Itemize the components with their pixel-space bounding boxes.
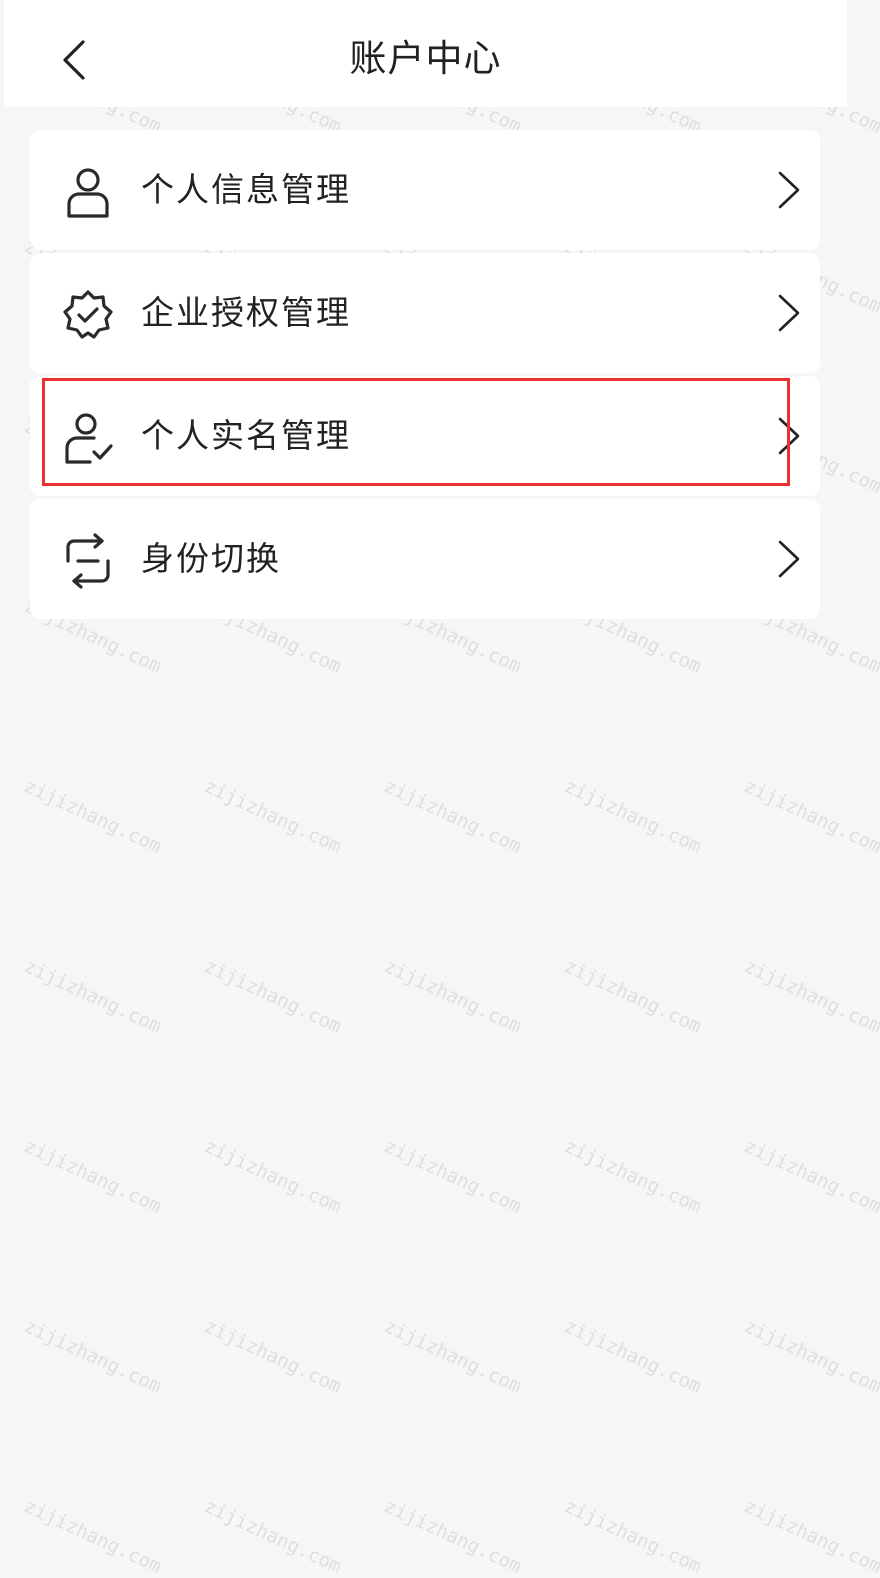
- menu-label-personal-info: 个人信息管理: [141, 170, 351, 209]
- menu-item-enterprise-authorization[interactable]: 企业授权管理: [30, 253, 820, 373]
- chevron-right-icon: [778, 294, 800, 332]
- menu-item-real-name-verification[interactable]: 个人实名管理: [30, 376, 820, 496]
- watermark-text: zijizhang.com: [20, 1495, 165, 1578]
- watermark-text: zijizhang.com: [560, 955, 705, 1038]
- watermark-text: zijizhang.com: [200, 1495, 345, 1578]
- watermark-text: zijizhang.com: [740, 775, 880, 858]
- menu-label-enterprise-authorization: 企业授权管理: [141, 293, 351, 332]
- watermark-text: zijizhang.com: [740, 1135, 880, 1218]
- menu-item-identity-switch[interactable]: 身份切换: [30, 499, 820, 619]
- watermark-text: zijizhang.com: [380, 1135, 525, 1218]
- watermark-text: zijizhang.com: [560, 775, 705, 858]
- watermark-text: zijizhang.com: [740, 955, 880, 1038]
- watermark-text: zijizhang.com: [560, 1135, 705, 1218]
- watermark-text: zijizhang.com: [20, 955, 165, 1038]
- switch-arrows-icon: [66, 533, 110, 589]
- top-nav-bar: 账户中心: [4, 0, 847, 107]
- watermark-text: zijizhang.com: [200, 1315, 345, 1398]
- watermark-text: zijizhang.com: [200, 1135, 345, 1218]
- watermark-text: zijizhang.com: [20, 775, 165, 858]
- watermark-text: zijizhang.com: [560, 1315, 705, 1398]
- watermark-text: zijizhang.com: [380, 1315, 525, 1398]
- watermark-text: zijizhang.com: [740, 1315, 880, 1398]
- person-verified-icon: [65, 413, 113, 464]
- person-icon: [67, 168, 109, 218]
- watermark-text: zijizhang.com: [200, 775, 345, 858]
- menu-label-identity-switch: 身份切换: [141, 539, 281, 578]
- page-title: 账户中心: [349, 37, 502, 80]
- watermark-text: zijizhang.com: [380, 955, 525, 1038]
- chevron-right-icon: [778, 417, 800, 455]
- watermark-text: zijizhang.com: [200, 955, 345, 1038]
- watermark-text: zijizhang.com: [380, 1495, 525, 1578]
- watermark-text: zijizhang.com: [560, 1495, 705, 1578]
- watermark-text: zijizhang.com: [740, 1495, 880, 1578]
- chevron-right-icon: [778, 540, 800, 578]
- verified-badge-icon: [63, 290, 113, 339]
- menu-label-real-name-verification: 个人实名管理: [141, 416, 351, 455]
- menu-item-personal-info[interactable]: 个人信息管理: [30, 130, 820, 250]
- watermark-text: zijizhang.com: [380, 775, 525, 858]
- chevron-right-icon: [778, 171, 800, 209]
- watermark-text: zijizhang.com: [20, 1315, 165, 1398]
- watermark-text: zijizhang.com: [20, 1135, 165, 1218]
